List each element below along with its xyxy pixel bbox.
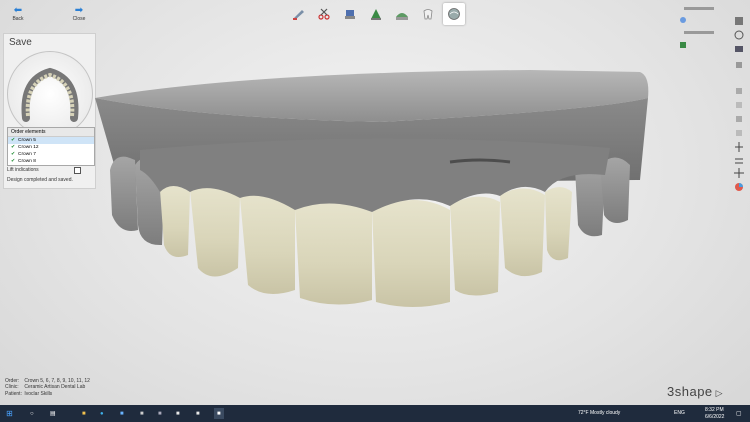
taskbar-app[interactable]: ■ [82, 408, 86, 419]
task-view-icon: ▤ [50, 411, 56, 417]
app-icon: ■ [196, 410, 200, 417]
file-explorer-icon: ■ [82, 410, 86, 417]
taskbar-app[interactable]: ■ [158, 408, 162, 419]
patient-value: Ivoclar Skills [24, 390, 53, 397]
mail-icon: ■ [120, 410, 124, 417]
measure-icon[interactable] [734, 139, 744, 152]
search-icon: ○ [30, 410, 34, 417]
weather-text[interactable]: 72°F Mostly cloudy [578, 410, 620, 416]
taskbar-app[interactable]: ■ [140, 408, 144, 419]
windows-icon: ⊞ [6, 409, 13, 418]
taskbar-app-active[interactable]: ■ [214, 408, 224, 419]
front-view-icon[interactable] [734, 97, 744, 108]
crosshair-icon[interactable] [734, 165, 744, 178]
target-icon[interactable] [734, 27, 744, 40]
clock-date[interactable]: 6/6/2022 [705, 414, 724, 420]
color-wheel-icon[interactable] [734, 179, 744, 191]
app-icon: ■ [176, 410, 180, 417]
taskbar-app[interactable]: ■ [120, 408, 124, 419]
down-green-icon[interactable] [680, 42, 686, 48]
taskbar-app[interactable]: ■ [196, 408, 200, 419]
language-indicator[interactable]: ENG [674, 410, 685, 416]
order-info: Order: Crown 5, 6, 7, 8, 9, 10, 11, 12 C… [5, 378, 90, 397]
edge-icon: ● [100, 410, 104, 417]
notifications-button[interactable]: ▢ [736, 408, 742, 419]
order-value: Crown 5, 6, 7, 8, 9, 10, 11, 12 [24, 378, 90, 384]
task-view-button[interactable]: ▤ [50, 408, 56, 419]
layers-icon[interactable] [734, 41, 744, 52]
slider-bottom[interactable] [684, 31, 714, 34]
app-icon: ■ [158, 410, 162, 417]
search-button[interactable]: ○ [30, 408, 34, 419]
taskbar-app[interactable]: ■ [176, 408, 180, 419]
section-icon[interactable] [734, 153, 744, 164]
brand-logo: 3shape ▷ [667, 384, 724, 399]
rotate-icon[interactable] [734, 83, 744, 94]
top-view-icon[interactable] [734, 125, 744, 136]
side-view-icon[interactable] [734, 111, 744, 122]
store-icon: ■ [140, 410, 144, 417]
clock-time[interactable]: 8:32 PM [705, 407, 724, 413]
clinic-value: Ceramic Artisan Dental Lab [24, 384, 86, 391]
logo-triangle-icon: ▷ [712, 388, 724, 398]
dental-model-viewport[interactable] [0, 0, 750, 422]
toggle-blue-icon[interactable] [680, 17, 686, 23]
3shape-app-icon: ■ [217, 410, 221, 417]
windows-taskbar: ⊞ ○ ▤ ■ ● ■ ■ ■ ■ ■ ■ 72°F Mostly cloudy… [0, 405, 750, 422]
cube-icon[interactable] [734, 57, 744, 68]
start-button[interactable]: ⊞ [6, 408, 13, 419]
notification-icon: ▢ [736, 411, 742, 417]
view-icon[interactable] [734, 13, 744, 25]
taskbar-app[interactable]: ● [100, 408, 104, 419]
slider-top[interactable] [684, 7, 714, 10]
